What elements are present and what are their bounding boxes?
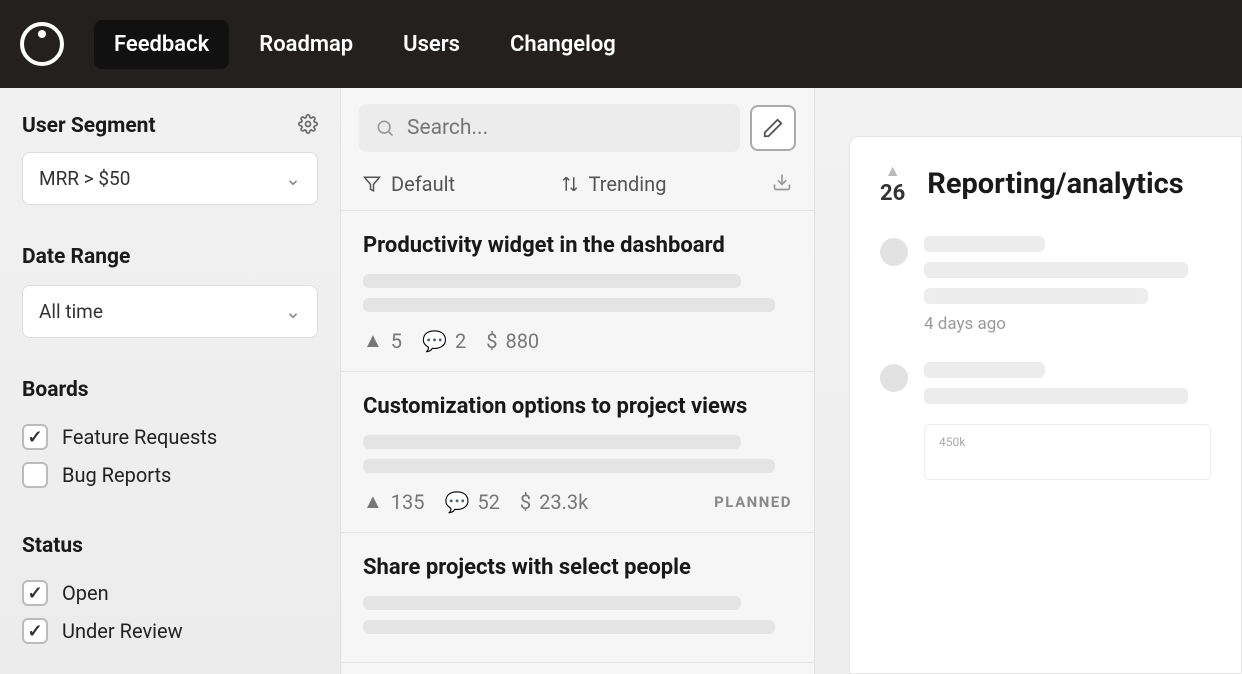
- upvote-icon: ▲: [363, 489, 383, 514]
- skeleton-line: [363, 596, 741, 610]
- board-bug-reports[interactable]: Bug Reports: [22, 456, 318, 494]
- user-segment-value: MRR > $50: [39, 167, 130, 190]
- comment-timestamp: 4 days ago: [924, 314, 1211, 334]
- comment-icon: 💬: [445, 490, 470, 514]
- skeleton-line: [924, 288, 1148, 304]
- detail-title: Reporting/analytics: [927, 167, 1183, 201]
- date-range-select[interactable]: All time ⌄: [22, 285, 318, 338]
- board-feature-requests[interactable]: Feature Requests: [22, 418, 318, 456]
- detail-card: ▲ 26 Reporting/analytics 4 days ago: [849, 136, 1242, 674]
- comment-item: 450k: [880, 362, 1211, 480]
- board-label: Bug Reports: [62, 463, 171, 487]
- checkbox-icon: [22, 580, 48, 606]
- feedback-list: Default Trending Productivity widget in …: [340, 88, 815, 674]
- checkbox-icon: [22, 618, 48, 644]
- user-segment-title: User Segment: [22, 114, 156, 138]
- filters-sidebar: User Segment MRR > $50 ⌄ Date Range All …: [0, 88, 340, 674]
- comment-icon: 💬: [422, 329, 447, 353]
- post-value: $23.3k: [520, 490, 588, 514]
- status-label: Under Review: [62, 619, 183, 643]
- checkbox-icon: [22, 462, 48, 488]
- dollar-icon: $: [486, 329, 497, 353]
- chart-placeholder: 450k: [924, 424, 1211, 480]
- post-title: Customization options to project views: [363, 394, 792, 419]
- detail-panel: ▲ 26 Reporting/analytics 4 days ago: [815, 88, 1242, 674]
- post-comments: 💬52: [445, 490, 500, 514]
- gear-icon[interactable]: [298, 114, 318, 138]
- compose-button[interactable]: [750, 105, 796, 151]
- filter-trending[interactable]: Trending: [561, 172, 667, 196]
- board-label: Feature Requests: [62, 425, 217, 449]
- search-icon: [375, 117, 395, 139]
- sort-icon: [561, 175, 579, 193]
- search-input-wrapper[interactable]: [359, 104, 740, 152]
- nav-roadmap[interactable]: Roadmap: [239, 20, 373, 69]
- checkbox-icon: [22, 424, 48, 450]
- skeleton-line: [924, 236, 1045, 252]
- date-range-value: All time: [39, 300, 103, 323]
- skeleton-line: [924, 362, 1045, 378]
- skeleton-line: [363, 459, 775, 473]
- status-open[interactable]: Open: [22, 574, 318, 612]
- chart-axis-label: 450k: [939, 435, 965, 449]
- nav-changelog[interactable]: Changelog: [490, 20, 636, 69]
- nav-users[interactable]: Users: [383, 20, 480, 69]
- vote-widget[interactable]: ▲ 26: [880, 161, 905, 206]
- post-comments: 💬2: [422, 329, 466, 353]
- comment-item: 4 days ago: [880, 236, 1211, 334]
- avatar-icon: [880, 238, 908, 266]
- top-nav: Feedback Roadmap Users Changelog: [0, 0, 1242, 88]
- download-icon[interactable]: [772, 172, 792, 196]
- skeleton-line: [363, 620, 775, 634]
- skeleton-line: [924, 262, 1188, 278]
- skeleton-line: [363, 435, 741, 449]
- post-item[interactable]: Customization options to project views ▲…: [341, 372, 814, 533]
- avatar-icon: [880, 364, 908, 392]
- filter-default[interactable]: Default: [363, 172, 455, 196]
- user-segment-select[interactable]: MRR > $50 ⌄: [22, 152, 318, 205]
- upvote-icon: ▲: [885, 161, 901, 181]
- search-input[interactable]: [407, 116, 724, 140]
- nav-items: Feedback Roadmap Users Changelog: [94, 20, 636, 69]
- filter-default-label: Default: [391, 172, 455, 196]
- chevron-down-icon: ⌄: [285, 167, 301, 190]
- status-title: Status: [22, 534, 318, 558]
- status-label: Open: [62, 581, 109, 605]
- post-votes: ▲5: [363, 328, 402, 353]
- boards-title: Boards: [22, 378, 318, 402]
- post-title: Productivity widget in the dashboard: [363, 233, 792, 258]
- chevron-down-icon: ⌄: [285, 300, 301, 323]
- filter-trending-label: Trending: [589, 172, 667, 196]
- post-item[interactable]: Share projects with select people: [341, 533, 814, 663]
- skeleton-line: [363, 298, 775, 312]
- date-range-title: Date Range: [22, 245, 318, 269]
- post-title: Share projects with select people: [363, 555, 792, 580]
- vote-count: 26: [880, 181, 905, 206]
- post-value: $880: [486, 329, 539, 353]
- skeleton-line: [924, 388, 1188, 404]
- status-under-review[interactable]: Under Review: [22, 612, 318, 650]
- post-votes: ▲135: [363, 489, 425, 514]
- status-badge: PLANNED: [714, 493, 792, 511]
- post-item[interactable]: Productivity widget in the dashboard ▲5 …: [341, 211, 814, 372]
- dollar-icon: $: [520, 490, 531, 514]
- skeleton-line: [363, 274, 741, 288]
- nav-feedback[interactable]: Feedback: [94, 20, 229, 69]
- upvote-icon: ▲: [363, 328, 383, 353]
- filter-icon: [363, 175, 381, 193]
- pencil-icon: [762, 117, 784, 139]
- logo-icon: [20, 22, 64, 66]
